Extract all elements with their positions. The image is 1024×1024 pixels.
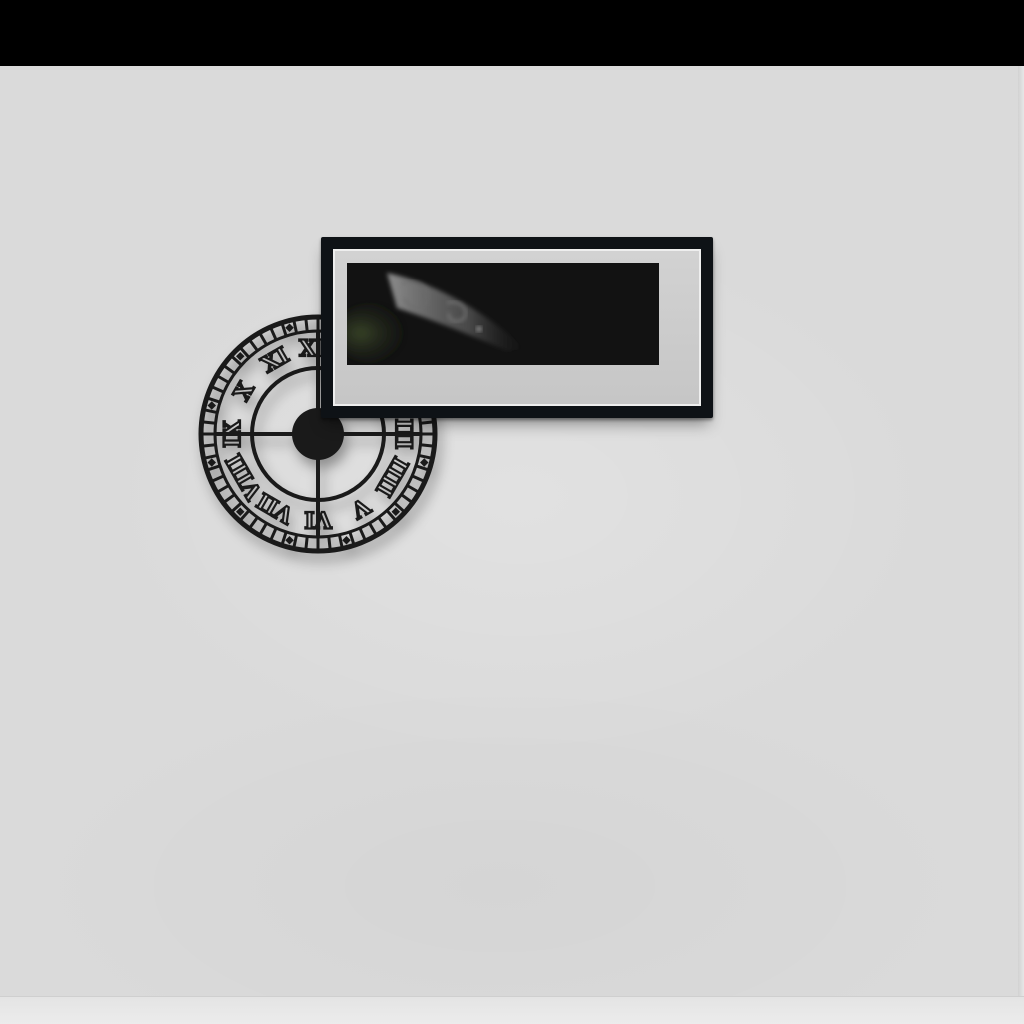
clock-minute-tick	[208, 397, 221, 404]
clock-minute-tick	[269, 328, 278, 341]
clock-minute-tick	[292, 534, 299, 547]
clock-diamond-marker	[285, 323, 294, 332]
clock-minute-tick	[281, 531, 288, 544]
clock-minute-tick	[281, 324, 288, 337]
clock-minute-tick	[203, 420, 216, 425]
clock-numeral: IIII	[370, 452, 413, 501]
clock-minute-tick	[327, 536, 332, 549]
clock-minute-tick	[418, 453, 431, 460]
clock-minute-tick	[337, 534, 344, 547]
clock-minute-tick	[400, 493, 412, 503]
clock-diamond-marker	[235, 351, 245, 361]
clock-minute-tick	[203, 443, 216, 448]
clock-minute-tick	[224, 365, 236, 375]
clock-minute-tick	[217, 375, 230, 384]
clock-minute-tick	[406, 484, 419, 493]
clock-minute-tick	[259, 333, 268, 346]
clock-minute-tick	[269, 527, 278, 540]
clock-diamond-marker	[391, 507, 401, 517]
clock-minute-tick	[212, 385, 225, 394]
clock-minute-tick	[304, 536, 309, 549]
clock-numeral: V	[346, 492, 375, 524]
clock-minute-tick	[217, 484, 230, 493]
clock-minute-tick	[292, 321, 299, 334]
clock-minute-tick	[420, 420, 433, 425]
photo-print	[347, 263, 659, 365]
clock-diamond-marker	[420, 458, 429, 467]
clock-minute-tick	[348, 531, 355, 544]
clock-minute-tick	[415, 464, 428, 471]
wall-right-edge	[1018, 66, 1024, 996]
top-black-bar	[0, 0, 1024, 66]
clock-numeral: X	[229, 377, 261, 406]
picture-frame	[321, 237, 713, 418]
clock-minute-tick	[249, 340, 259, 352]
clock-diamond-marker	[235, 507, 245, 517]
clock-minute-tick	[259, 522, 268, 535]
clock-minute-tick	[205, 453, 218, 460]
clock-diamond-marker	[207, 401, 216, 410]
clock-minute-tick	[420, 443, 433, 448]
clock-minute-tick	[224, 493, 236, 503]
clock-diamond-marker	[207, 458, 216, 467]
clock-minute-tick	[377, 516, 387, 528]
floor-strip	[0, 996, 1024, 1024]
clock-minute-tick	[358, 527, 367, 540]
clock-minute-tick	[212, 474, 225, 483]
clock-minute-tick	[249, 516, 259, 528]
clock-minute-tick	[205, 408, 218, 415]
photo-image	[347, 263, 659, 365]
clock-minute-tick	[304, 319, 309, 332]
clock-diamond-marker	[342, 536, 351, 545]
clock-minute-tick	[411, 474, 424, 483]
clock-diamond-marker	[285, 536, 294, 545]
clock-minute-tick	[368, 522, 377, 535]
clock-minute-tick	[208, 464, 221, 471]
scene: XIIIIIIIIIIIIVVIVIIVIIIIXXXI	[0, 0, 1024, 1024]
wall	[0, 66, 1024, 996]
